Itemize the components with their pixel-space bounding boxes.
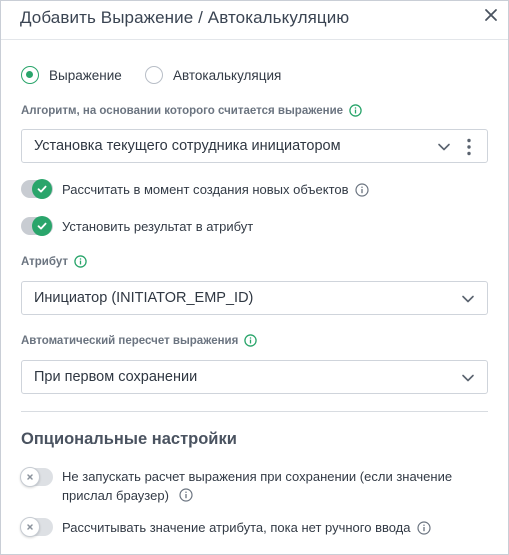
toggle-calc-on-create[interactable] xyxy=(21,179,53,199)
dialog-title: Добавить Выражение / Автокалькуляцию xyxy=(20,8,350,27)
close-icon xyxy=(485,9,497,21)
algorithm-label: Алгоритм, на основании которого считаетс… xyxy=(21,104,344,117)
toggle-knob xyxy=(20,517,40,537)
recalc-label: Автоматический пересчет выражения xyxy=(21,334,239,347)
info-icon[interactable] xyxy=(178,488,193,502)
chevron-down-icon[interactable] xyxy=(461,292,475,306)
check-icon xyxy=(37,222,47,230)
toggle-calc-on-create-row[interactable]: Рассчитать в момент создания новых объек… xyxy=(21,179,369,199)
info-icon[interactable] xyxy=(244,334,258,347)
info-icon[interactable] xyxy=(349,104,362,117)
recalc-select[interactable]: При первом сохранении xyxy=(21,360,488,394)
radio-autocalc-label: Автокалькуляция xyxy=(173,67,282,83)
check-icon xyxy=(37,185,47,193)
radio-autocalc[interactable]: Автокалькуляция xyxy=(145,65,281,85)
x-icon xyxy=(27,474,33,480)
toggle-knob xyxy=(32,179,52,199)
info-icon[interactable] xyxy=(416,521,431,535)
toggle-knob xyxy=(32,216,52,236)
attribute-select[interactable]: Инициатор (INITIATOR_EMP_ID) xyxy=(21,281,488,315)
toggle-no-calc-on-save-line1: Не запускать расчет выражения при сохран… xyxy=(62,469,453,484)
more-vertical-icon[interactable] xyxy=(467,138,471,156)
radio-expression-label: Выражение xyxy=(49,67,122,83)
expression-dialog: Добавить Выражение / Автокалькуляцию Выр… xyxy=(0,0,509,555)
attribute-label-row: Атрибут xyxy=(21,255,87,268)
chevron-down-icon[interactable] xyxy=(461,371,475,385)
toggle-calc-until-manual[interactable] xyxy=(20,517,53,537)
algorithm-select[interactable]: Установка текущего сотрудника инициаторо… xyxy=(21,129,488,163)
toggle-set-result-label: Установить результат в атрибут xyxy=(62,218,254,234)
optional-section-title: Опциональные настройки xyxy=(21,430,237,448)
radio-expression-circle[interactable] xyxy=(21,66,39,84)
toggle-no-calc-on-save-label: Не запускать расчет выражения при сохран… xyxy=(62,467,452,505)
algorithm-label-row: Алгоритм, на основании которого считаетс… xyxy=(21,104,362,117)
recalc-label-row: Автоматический пересчет выражения xyxy=(21,334,258,347)
info-icon[interactable] xyxy=(74,255,87,268)
toggle-calc-on-create-label: Рассчитать в момент создания новых объек… xyxy=(62,181,349,197)
close-button[interactable] xyxy=(481,5,501,25)
algorithm-select-value: Установка текущего сотрудника инициаторо… xyxy=(34,138,341,154)
toggle-knob xyxy=(20,467,40,487)
attribute-select-value: Инициатор (INITIATOR_EMP_ID) xyxy=(34,290,254,306)
toggle-no-calc-on-save-line2: прислал браузер) xyxy=(62,488,169,503)
radio-expression[interactable]: Выражение xyxy=(21,65,122,85)
info-icon[interactable] xyxy=(354,183,369,197)
toggle-set-result[interactable] xyxy=(21,216,53,236)
toggle-calc-until-manual-row[interactable]: Рассчитывать значение атрибута, пока нет… xyxy=(20,517,431,537)
toggle-no-calc-on-save-row[interactable]: Не запускать расчет выражения при сохран… xyxy=(20,467,452,505)
toggle-no-calc-on-save[interactable] xyxy=(20,467,53,487)
toggle-calc-until-manual-label: Рассчитывать значение атрибута, пока нет… xyxy=(62,519,411,535)
radio-autocalc-circle[interactable] xyxy=(145,66,163,84)
x-icon xyxy=(27,524,33,530)
chevron-down-icon[interactable] xyxy=(437,140,451,154)
attribute-label: Атрибут xyxy=(21,255,68,268)
divider xyxy=(21,411,488,412)
recalc-select-value: При первом сохранении xyxy=(34,369,198,385)
dialog-header: Добавить Выражение / Автокалькуляцию xyxy=(1,1,508,40)
toggle-set-result-row[interactable]: Установить результат в атрибут xyxy=(21,216,254,236)
